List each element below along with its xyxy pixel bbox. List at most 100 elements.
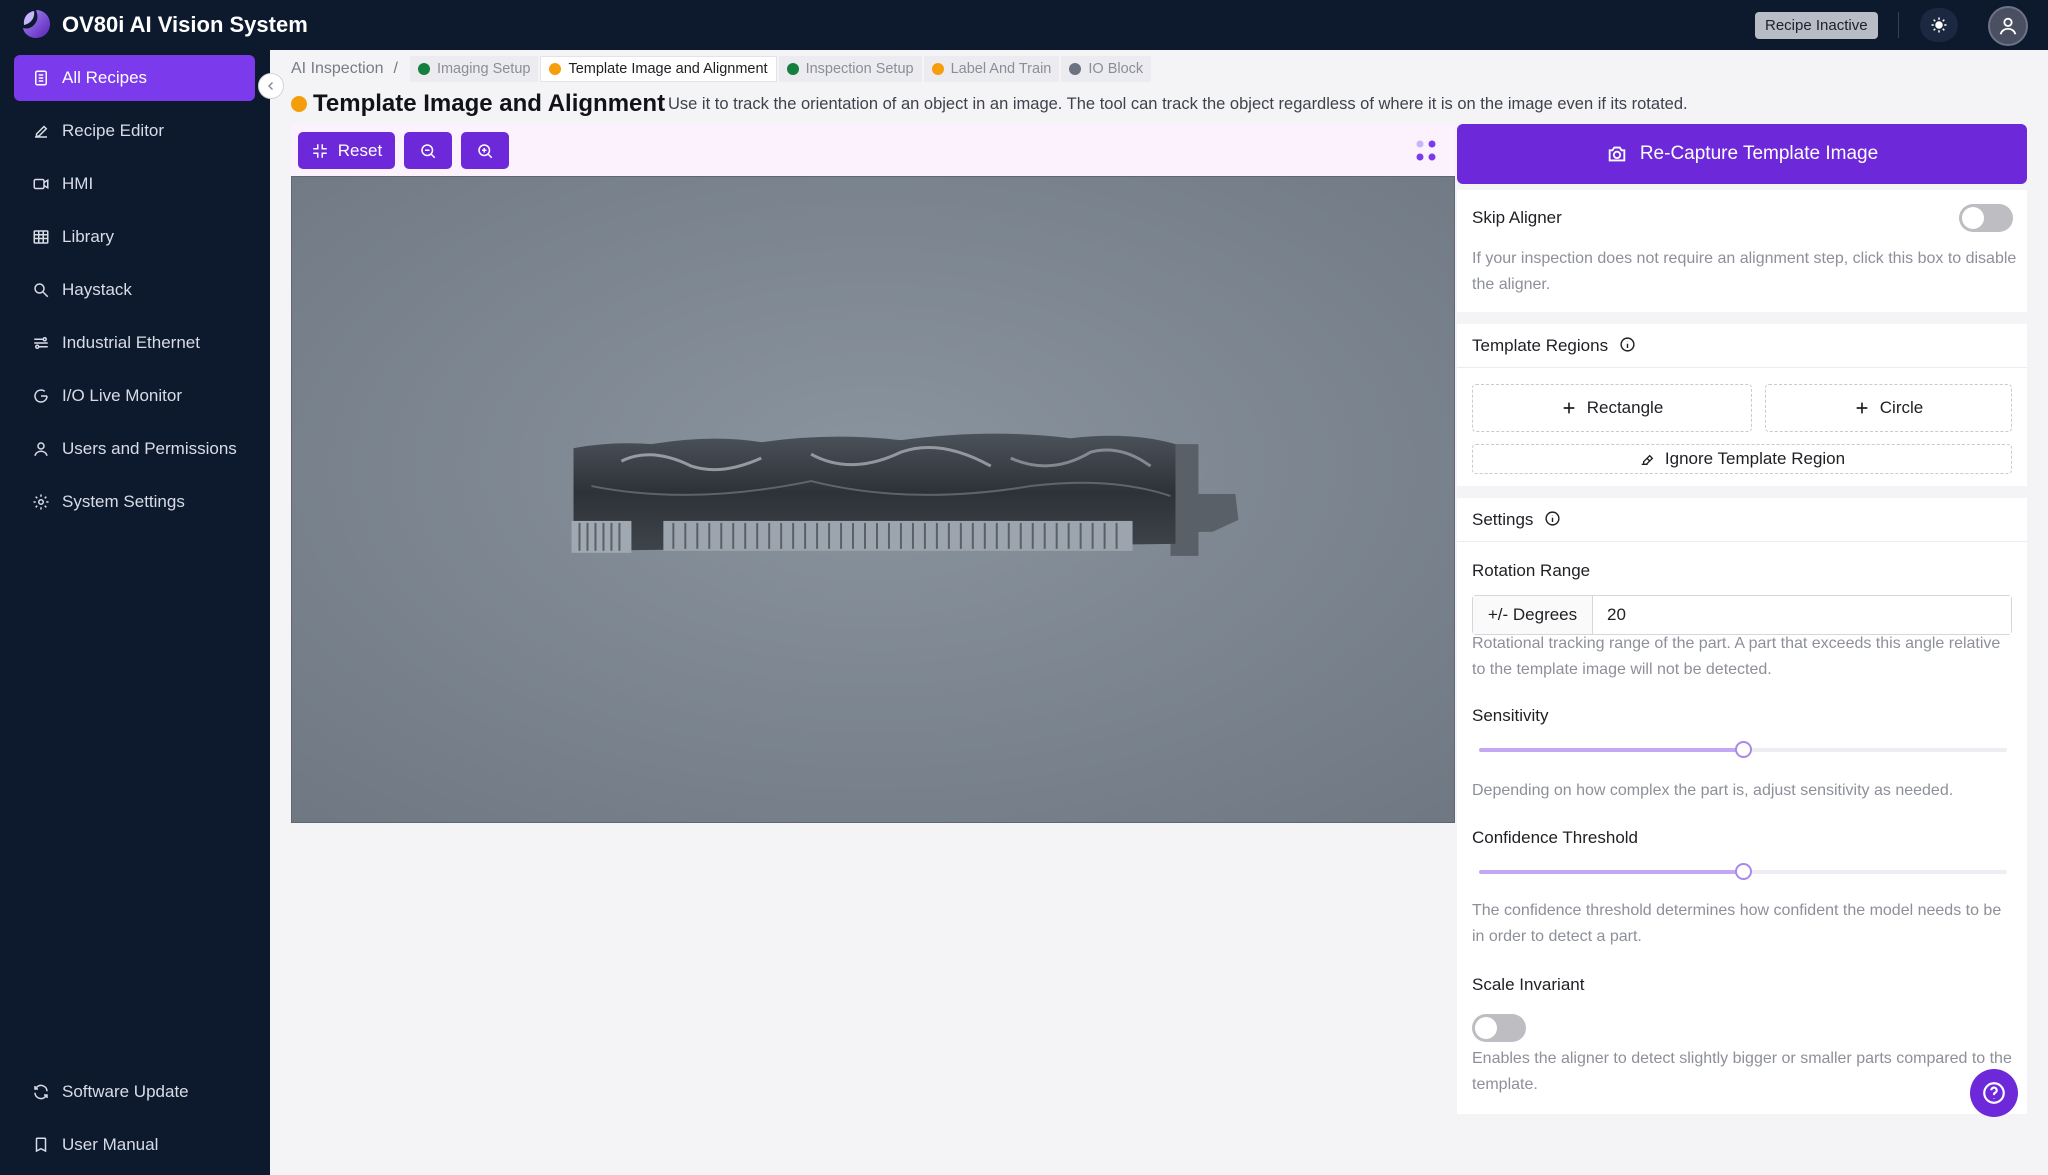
step-tab-label: IO Block: [1088, 61, 1144, 77]
skip-aligner-card: Skip Aligner If your inspection does not…: [1457, 190, 2027, 312]
rotation-range-input-group: +/- Degrees: [1472, 595, 2012, 635]
sidebar-item-label: I/O Live Monitor: [62, 386, 182, 405]
book-icon: [35, 1137, 47, 1153]
refresh-icon: [34, 1084, 48, 1100]
confidence-threshold-label: Confidence Threshold: [1472, 828, 1639, 847]
confidence-threshold-help: The confidence threshold determines how …: [1472, 902, 2002, 945]
image-toolbar: Reset: [291, 124, 1455, 176]
status-dot: [931, 63, 944, 75]
dots-menu-icon[interactable]: [1413, 138, 1439, 164]
recapture-template-button[interactable]: Re-Capture Template Image: [1457, 124, 2027, 184]
breadcrumb-root[interactable]: AI Inspection: [291, 60, 384, 78]
page-title: Template Image and Alignment: [313, 90, 666, 117]
skip-aligner-help: If your inspection does not require an a…: [1472, 250, 2017, 293]
step-tab-label: Label And Train: [950, 61, 1052, 77]
document-icon: [35, 70, 47, 86]
add-circle-label: Circle: [1879, 398, 1924, 417]
status-dot: [1069, 63, 1082, 75]
rotation-range-help: Rotational tracking range of the part. A…: [1472, 635, 2001, 678]
sidebar-item-label: Software Update: [62, 1082, 189, 1101]
sidebar-item-label: Recipe Editor: [62, 121, 165, 140]
sidebar-item-users-and-permissions[interactable]: Users and Permissions: [14, 426, 255, 472]
user-menu-button[interactable]: [1988, 6, 2028, 46]
sidebar-item-library[interactable]: Library: [14, 214, 255, 260]
confidence-threshold-slider-thumb[interactable]: [1735, 863, 1752, 880]
sidebar-item-haystack[interactable]: Haystack: [14, 267, 255, 313]
app-title: OV80i AI Vision System: [62, 12, 308, 37]
step-tab-imaging-setup[interactable]: Imaging Setup: [409, 56, 539, 82]
sidebar-item-label: Users and Permissions: [62, 439, 237, 458]
step-tab-label-and-train[interactable]: Label And Train: [923, 56, 1060, 82]
add-circle-button[interactable]: Circle: [1765, 384, 2012, 432]
chevron-left-icon: [267, 81, 274, 91]
confidence-threshold-slider[interactable]: [1479, 863, 2007, 880]
add-rectangle-button[interactable]: Rectangle: [1472, 384, 1752, 432]
pencil-icon: [35, 125, 48, 138]
step-tab-inspection-setup[interactable]: Inspection Setup: [778, 56, 922, 82]
sidebar-item-system-settings[interactable]: System Settings: [14, 479, 255, 525]
template-regions-card: Template Regions Rectangle Circle Ignore…: [1457, 324, 2027, 486]
skip-aligner-toggle[interactable]: [1959, 204, 2013, 232]
theme-toggle-button[interactable]: [1920, 8, 1958, 42]
rotation-range-input[interactable]: [1593, 596, 2011, 634]
info-icon[interactable]: [1619, 336, 1636, 353]
add-rectangle-label: Rectangle: [1586, 398, 1664, 417]
collapse-icon: [313, 143, 327, 158]
top-bar: OV80i AI Vision System Recipe Inactive: [0, 0, 2048, 50]
sidebar-item-label: System Settings: [62, 492, 185, 511]
plus-icon: [1856, 402, 1868, 414]
search-icon: [34, 283, 49, 298]
template-image-viewer[interactable]: [291, 176, 1455, 823]
scale-invariant-help: Enables the aligner to detect slightly b…: [1472, 1050, 2012, 1093]
sidebar-item-io-live-monitor[interactable]: I/O Live Monitor: [14, 373, 255, 419]
sidebar-item-label: HMI: [62, 174, 94, 193]
step-tab-io-block[interactable]: IO Block: [1061, 56, 1152, 82]
plus-icon: [1563, 402, 1575, 414]
template-regions-label: Template Regions: [1472, 336, 1609, 355]
breadcrumb: AI Inspection / Imaging Setup Template I…: [291, 56, 1153, 82]
skip-aligner-label: Skip Aligner: [1472, 208, 1562, 227]
zoom-out-button[interactable]: [404, 132, 452, 169]
camera-icon: [1608, 146, 1626, 162]
question-icon: [1983, 1082, 2005, 1104]
status-dot: [549, 63, 562, 75]
template-regions-heading: Template Regions: [1472, 336, 1636, 356]
ignore-template-region-button[interactable]: Ignore Template Region: [1472, 444, 2012, 474]
recipe-status-badge: Recipe Inactive: [1755, 12, 1878, 39]
reset-label: Reset: [337, 140, 383, 160]
sidebar-item-label: Library: [62, 227, 114, 246]
scale-invariant-toggle[interactable]: [1472, 1014, 1526, 1042]
status-dot: [417, 63, 430, 75]
rotation-range-addon: +/- Degrees: [1473, 596, 1593, 634]
sensitivity-label: Sensitivity: [1472, 706, 1549, 725]
zoom-in-icon: [478, 143, 493, 158]
sidebar-item-recipe-editor[interactable]: Recipe Editor: [14, 108, 255, 154]
scale-invariant-label: Scale Invariant: [1472, 975, 1585, 994]
zoom-in-button[interactable]: [461, 132, 509, 169]
step-tab-label: Template Image and Alignment: [568, 61, 768, 77]
help-button[interactable]: [1970, 1069, 2018, 1117]
status-dot: [786, 63, 799, 75]
sidebar-item-industrial-ethernet[interactable]: Industrial Ethernet: [14, 320, 255, 366]
sensitivity-slider-thumb[interactable]: [1735, 741, 1752, 758]
sensitivity-slider[interactable]: [1479, 741, 2007, 758]
breadcrumb-separator: /: [393, 60, 398, 77]
sidebar-item-user-manual[interactable]: User Manual: [14, 1122, 255, 1168]
step-tab-label: Inspection Setup: [805, 61, 914, 77]
template-image: [292, 177, 1454, 822]
eraser-icon: [1641, 454, 1654, 465]
card-divider: [1457, 541, 2027, 542]
sidebar-collapse-button[interactable]: [258, 73, 284, 99]
video-icon: [33, 178, 49, 190]
info-icon[interactable]: [1544, 510, 1561, 527]
sidebar-item-all-recipes[interactable]: All Recipes: [14, 55, 255, 101]
reset-button[interactable]: Reset: [298, 132, 395, 169]
zoom-out-icon: [421, 143, 436, 158]
step-tab-template-image-and-alignment[interactable]: Template Image and Alignment: [540, 56, 777, 82]
top-divider: [1898, 12, 1899, 38]
table-icon: [33, 230, 49, 244]
sidebar: All Recipes Recipe Editor HMI Library Ha…: [0, 50, 270, 1175]
sidebar-item-software-update[interactable]: Software Update: [14, 1069, 255, 1115]
sun-icon: [1931, 17, 1947, 33]
sidebar-item-hmi[interactable]: HMI: [14, 161, 255, 207]
